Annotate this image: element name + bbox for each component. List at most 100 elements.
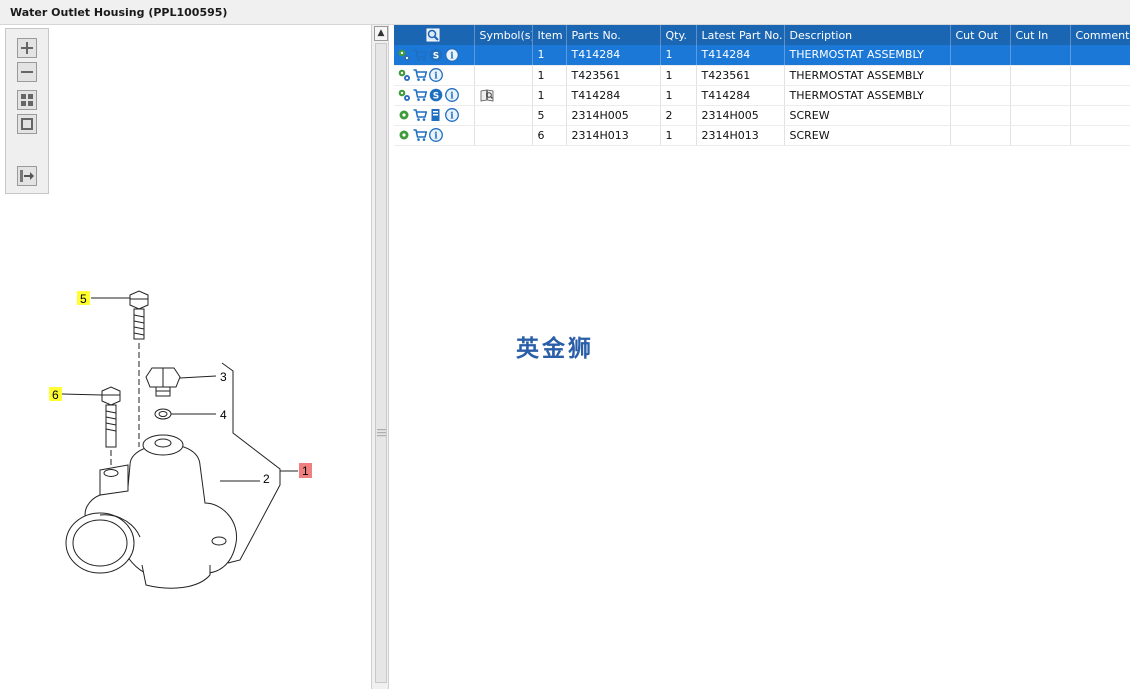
- qty-cell[interactable]: 1: [660, 125, 697, 146]
- description-cell[interactable]: THERMOSTAT ASSEMBLY: [784, 85, 951, 106]
- s-icon[interactable]: S: [429, 88, 443, 102]
- row-actions-cell: i: [394, 125, 475, 146]
- cart-icon[interactable]: [413, 108, 428, 122]
- book-icon[interactable]: [480, 88, 494, 102]
- parts-no-cell[interactable]: 2314H005: [566, 105, 661, 126]
- item-cell[interactable]: 1: [532, 45, 567, 66]
- document-icon[interactable]: [429, 108, 443, 122]
- column-header-item[interactable]: Item: [532, 25, 567, 45]
- cut-in-cell[interactable]: [1010, 85, 1071, 106]
- gear-icon[interactable]: [397, 128, 411, 142]
- column-header-latest-part-no[interactable]: Latest Part No.: [696, 25, 785, 45]
- cut-in-cell[interactable]: [1010, 65, 1071, 86]
- item-cell[interactable]: 5: [532, 105, 567, 126]
- column-header-description[interactable]: Description: [784, 25, 951, 45]
- housing-2-part[interactable]: [65, 434, 238, 589]
- qty-cell[interactable]: 2: [660, 105, 697, 126]
- comment-cell[interactable]: [1070, 125, 1130, 146]
- row-actions-cell: i: [394, 105, 475, 126]
- latest-part-no-cell[interactable]: 2314H005: [696, 105, 785, 126]
- cut-in-cell[interactable]: [1010, 45, 1071, 66]
- screw-5-part[interactable]: [129, 290, 149, 447]
- column-header-qty[interactable]: Qty.: [660, 25, 697, 45]
- cut-in-cell[interactable]: [1010, 125, 1071, 146]
- cut-out-cell[interactable]: [950, 125, 1011, 146]
- callout-5[interactable]: 5: [80, 292, 87, 306]
- s-icon[interactable]: S: [429, 48, 443, 62]
- table-body: Si 1 T414284 1 T414284 THERMOSTAT ASSEMBLY i 1 T…: [394, 45, 1130, 146]
- latest-part-no-cell[interactable]: T414284: [696, 45, 785, 66]
- comment-cell[interactable]: [1070, 65, 1130, 86]
- description-cell[interactable]: SCREW: [784, 125, 951, 146]
- gear-icon[interactable]: [397, 108, 411, 122]
- pane-splitter[interactable]: ▲ ― ― ―: [371, 25, 389, 689]
- parts-no-cell[interactable]: T423561: [566, 65, 661, 86]
- table-row[interactable]: i 6 2314H013 1 2314H013 SCREW: [394, 125, 1130, 146]
- svg-text:S: S: [433, 51, 439, 61]
- scroll-up-button[interactable]: ▲: [374, 26, 388, 41]
- parts-no-cell[interactable]: T414284: [566, 85, 661, 106]
- cut-out-cell[interactable]: [950, 85, 1011, 106]
- cart-icon[interactable]: [413, 68, 428, 82]
- gears-icon[interactable]: [397, 68, 411, 82]
- latest-part-no-cell[interactable]: T423561: [696, 65, 785, 86]
- parts-no-cell[interactable]: 2314H013: [566, 125, 661, 146]
- description-cell[interactable]: THERMOSTAT ASSEMBLY: [784, 65, 951, 86]
- item-cell[interactable]: 1: [532, 65, 567, 86]
- gears-icon[interactable]: [397, 48, 411, 62]
- description-cell[interactable]: THERMOSTAT ASSEMBLY: [784, 45, 951, 66]
- row-actions-cell: Si: [394, 85, 475, 106]
- callout-4[interactable]: 4: [220, 408, 227, 422]
- table-row[interactable]: Si 1 T414284 1 T414284 THERMOSTAT ASSEMBLY: [394, 45, 1130, 66]
- table-row[interactable]: i 5 2314H005 2 2314H005 SCREW: [394, 105, 1130, 126]
- item-cell[interactable]: 6: [532, 125, 567, 146]
- cart-icon[interactable]: [413, 48, 428, 62]
- comment-cell[interactable]: [1070, 85, 1130, 106]
- gears-icon[interactable]: [397, 88, 411, 102]
- cap-3-part[interactable]: [145, 367, 181, 397]
- qty-cell[interactable]: 1: [660, 65, 697, 86]
- window-title: Water Outlet Housing (PPL100595): [10, 6, 228, 19]
- info-icon[interactable]: i: [445, 88, 459, 102]
- window-titlebar: Water Outlet Housing (PPL100595): [0, 0, 1130, 25]
- cut-in-cell[interactable]: [1010, 105, 1071, 126]
- table-row[interactable]: Si 1 T414284 1 T414284 THERMOSTAT ASSEMBLY: [394, 85, 1130, 106]
- column-header-symbols[interactable]: Symbol(s): [474, 25, 533, 45]
- qty-cell[interactable]: 1: [660, 45, 697, 66]
- cut-out-cell[interactable]: [950, 45, 1011, 66]
- latest-part-no-cell[interactable]: 2314H013: [696, 125, 785, 146]
- cart-icon[interactable]: [413, 128, 428, 142]
- info-icon[interactable]: i: [429, 68, 443, 82]
- comment-cell[interactable]: [1070, 45, 1130, 66]
- comment-cell[interactable]: [1070, 105, 1130, 126]
- description-cell[interactable]: SCREW: [784, 105, 951, 126]
- latest-part-no-cell[interactable]: T414284: [696, 85, 785, 106]
- parts-no-cell[interactable]: T414284: [566, 45, 661, 66]
- column-header-parts-no[interactable]: Parts No.: [566, 25, 661, 45]
- callout-1[interactable]: 1: [302, 464, 309, 478]
- cut-out-cell[interactable]: [950, 65, 1011, 86]
- column-header-comment[interactable]: Comment: [1070, 25, 1130, 45]
- screw-6-part[interactable]: [101, 386, 121, 477]
- splitter-grip-icon[interactable]: ― ― ―: [377, 426, 386, 441]
- info-icon[interactable]: i: [445, 108, 459, 122]
- diagram-pane[interactable]: 5 6 3 4 2 1: [0, 25, 371, 689]
- vertical-scrollbar[interactable]: [375, 43, 387, 683]
- callout-2[interactable]: 2: [263, 472, 270, 486]
- qty-cell[interactable]: 1: [660, 85, 697, 106]
- info-icon[interactable]: i: [429, 128, 443, 142]
- column-header-search[interactable]: [394, 25, 475, 45]
- oring-4-part[interactable]: [154, 408, 172, 420]
- exploded-parts-diagram: 5 6 3 4 2 1: [49, 290, 312, 589]
- cart-icon[interactable]: [413, 88, 428, 102]
- svg-text:i: i: [450, 92, 454, 102]
- cut-out-cell[interactable]: [950, 105, 1011, 126]
- column-header-cut-out[interactable]: Cut Out: [950, 25, 1011, 45]
- callout-6[interactable]: 6: [52, 388, 59, 402]
- column-header-cut-in[interactable]: Cut In: [1010, 25, 1071, 45]
- item-cell[interactable]: 1: [532, 85, 567, 106]
- table-header-row: Symbol(s) Item Parts No. Qty. Latest Par…: [394, 25, 1130, 45]
- callout-3[interactable]: 3: [220, 370, 227, 384]
- table-row[interactable]: i 1 T423561 1 T423561 THERMOSTAT ASSEMBLY: [394, 65, 1130, 86]
- info-icon[interactable]: i: [445, 47, 459, 62]
